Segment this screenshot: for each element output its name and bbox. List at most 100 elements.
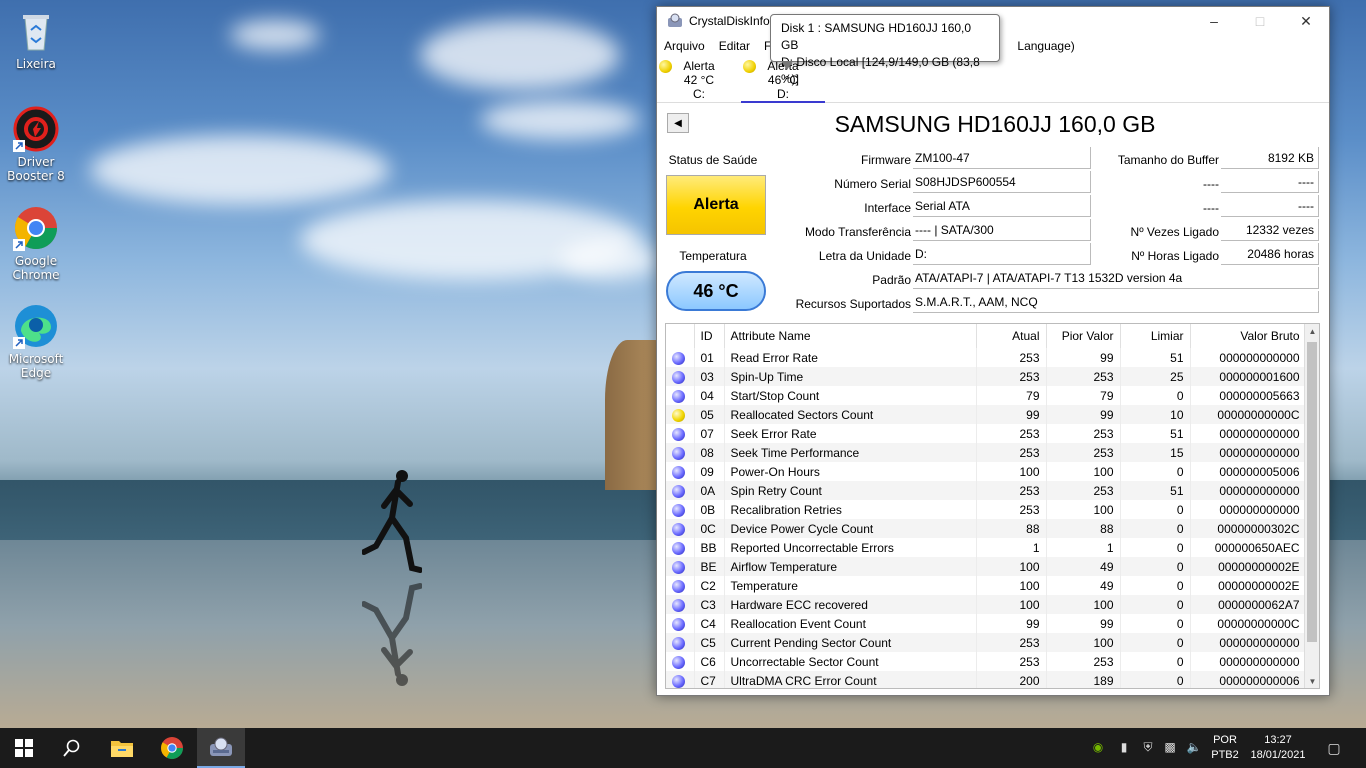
input-language-indicator[interactable]: POR PTB2 (1210, 733, 1240, 763)
wallpaper-cloud (560, 240, 660, 280)
table-row[interactable]: 08 Seek Time Performance 253 253 15 000000000… (666, 443, 1307, 462)
power-on-hours-value: 20486 horas (1221, 243, 1319, 265)
table-header-row: ID Attribute Name Atual Pior Valor Limia… (666, 324, 1307, 348)
desktop-icon-google-chrome[interactable]: Google Chrome (6, 205, 66, 282)
row-id: 07 (694, 424, 725, 443)
table-row[interactable]: 05 Reallocated Sectors Count 99 99 10 0000000… (666, 405, 1307, 424)
row-worst: 99 (1046, 405, 1121, 424)
row-raw-value: 00000000000C (1190, 405, 1307, 424)
table-scrollbar[interactable]: ▲ ▼ (1304, 324, 1319, 688)
health-status-badge[interactable]: Alerta (666, 175, 766, 235)
column-header-id[interactable]: ID (694, 324, 725, 348)
clock-date: 18/01/2021 (1250, 749, 1306, 761)
column-header-current[interactable]: Atual (976, 324, 1047, 348)
row-raw-value: 00000000002E (1190, 557, 1307, 576)
column-header-threshold[interactable]: Limiar (1120, 324, 1191, 348)
row-threshold: 0 (1120, 614, 1191, 633)
clock[interactable]: 13:27 18/01/2021 (1246, 733, 1310, 763)
row-id: 01 (694, 348, 725, 367)
row-worst: 253 (1046, 424, 1121, 443)
taskbar-crystaldiskinfo[interactable] (197, 728, 245, 768)
desktop-icon-label: Driver Booster 8 (7, 155, 65, 183)
row-threshold: 0 (1120, 519, 1191, 538)
health-status-label: Status de Saúde (668, 153, 758, 167)
row-worst: 100 (1046, 633, 1121, 652)
table-row[interactable]: 0A Spin Retry Count 253 253 51 000000000000 (666, 481, 1307, 500)
row-current: 100 (976, 462, 1047, 481)
taskbar-file-explorer[interactable] (98, 728, 146, 768)
row-attribute-name: Reported Uncorrectable Errors (724, 538, 977, 557)
menu-language[interactable]: Language) (1010, 39, 1081, 53)
disk-drive: C: (693, 87, 705, 101)
table-row[interactable]: 01 Read Error Rate 253 99 51 000000000000 (666, 348, 1307, 367)
row-status-cell (666, 652, 695, 671)
table-row[interactable]: 0C Device Power Cycle Count 88 88 0 000000003… (666, 519, 1307, 538)
search-button[interactable] (48, 728, 96, 768)
scroll-up-icon[interactable]: ▲ (1305, 324, 1319, 340)
table-row[interactable]: C3 Hardware ECC recovered 100 100 0 000000006… (666, 595, 1307, 614)
nvidia-icon[interactable]: ◉ (1090, 740, 1106, 756)
desktop-icon-recycle-bin[interactable]: Lixeira (6, 8, 66, 71)
row-id: BE (694, 557, 725, 576)
menu-arquivo[interactable]: Arquivo (657, 39, 712, 53)
volume-icon[interactable]: 🔈 (1186, 740, 1202, 756)
scrollbar-thumb[interactable] (1307, 342, 1317, 642)
row-id: 04 (694, 386, 725, 405)
notification-icon[interactable]: ▢ (1326, 740, 1342, 756)
minimize-button[interactable]: – (1191, 7, 1237, 35)
row-worst: 79 (1046, 386, 1121, 405)
table-row[interactable]: C5 Current Pending Sector Count 253 100 0 000… (666, 633, 1307, 652)
column-header-raw-value[interactable]: Valor Bruto (1190, 324, 1307, 348)
good-status-icon (672, 503, 685, 517)
menu-editar[interactable]: Editar (712, 39, 757, 53)
scroll-down-icon[interactable]: ▼ (1305, 674, 1319, 688)
table-row[interactable]: 0B Recalibration Retries 253 100 0 0000000000… (666, 500, 1307, 519)
shield-icon[interactable]: ⛨ (1140, 740, 1156, 756)
transfer-mode-label: Modo Transferência (804, 225, 911, 239)
desktop-icon-label: Lixeira (16, 57, 56, 71)
row-threshold: 51 (1120, 481, 1191, 500)
row-raw-value: 000000000000 (1190, 500, 1307, 519)
table-row[interactable]: 09 Power-On Hours 100 100 0 000000005006 (666, 462, 1307, 481)
close-button[interactable]: ✕ (1283, 7, 1329, 35)
desktop-icon-label: Google Chrome (12, 254, 60, 282)
start-button[interactable] (0, 728, 48, 768)
good-status-icon (672, 389, 685, 403)
row-worst: 253 (1046, 481, 1121, 500)
row-attribute-name: UltraDMA CRC Error Count (724, 671, 977, 688)
temperature-badge[interactable]: 46 °C (666, 271, 766, 311)
row-id: 05 (694, 405, 725, 424)
taskbar-chrome[interactable] (148, 728, 196, 768)
serial-label: Número Serial (834, 177, 911, 191)
row-attribute-name: Seek Error Rate (724, 424, 977, 443)
table-row[interactable]: C2 Temperature 100 49 0 00000000002E (666, 576, 1307, 595)
desktop-icon-microsoft-edge[interactable]: Microsoft Edge (6, 303, 66, 380)
table-row[interactable]: C6 Uncorrectable Sector Count 253 253 0 00000… (666, 652, 1307, 671)
chrome-icon (13, 205, 59, 251)
disk-tab-c[interactable]: Alerta 42 °C C: (657, 57, 741, 103)
table-row[interactable]: 07 Seek Error Rate 253 253 51 000000000000 (666, 424, 1307, 443)
column-header-status[interactable] (666, 324, 695, 348)
column-header-attribute-name[interactable]: Attribute Name (724, 324, 977, 348)
row-worst: 189 (1046, 671, 1121, 688)
desktop-icon-driver-booster[interactable]: Driver Booster 8 (6, 106, 66, 183)
row-threshold: 0 (1120, 557, 1191, 576)
table-row[interactable]: C4 Reallocation Event Count 99 99 0 000000000… (666, 614, 1307, 633)
row-worst: 49 (1046, 557, 1121, 576)
wallpaper-cloud (480, 100, 640, 140)
usb-icon[interactable]: ▮ (1116, 740, 1132, 756)
row-current: 100 (976, 557, 1047, 576)
row-current: 253 (976, 633, 1047, 652)
network-icon[interactable]: ▩ (1162, 740, 1178, 756)
maximize-button[interactable]: □ (1237, 7, 1283, 35)
column-header-worst[interactable]: Pior Valor (1046, 324, 1121, 348)
table-row[interactable]: BB Reported Uncorrectable Errors 1 1 0 000000… (666, 538, 1307, 557)
chrome-icon (161, 737, 183, 759)
table-row[interactable]: 03 Spin-Up Time 253 253 25 000000001600 (666, 367, 1307, 386)
good-status-icon (672, 541, 685, 555)
table-row[interactable]: 04 Start/Stop Count 79 79 0 000000005663 (666, 386, 1307, 405)
table-row[interactable]: C7 UltraDMA CRC Error Count 200 189 0 0000000… (666, 671, 1307, 688)
wallpaper-runner (362, 470, 422, 573)
table-row[interactable]: BE Airflow Temperature 100 49 0 00000000002E (666, 557, 1307, 576)
smart-attributes-table[interactable]: ID Attribute Name Atual Pior Valor Limia… (665, 323, 1320, 689)
